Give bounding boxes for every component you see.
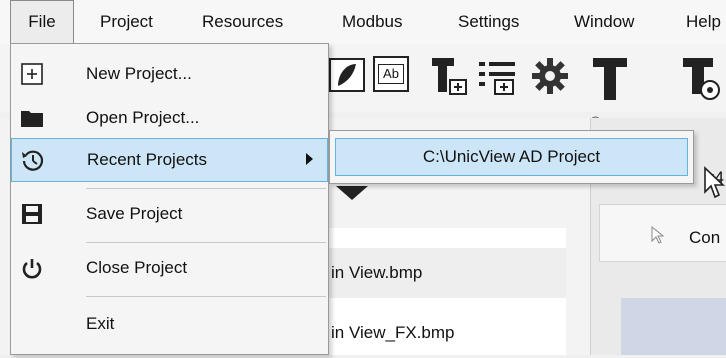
menu-item-new-project[interactable]: New Project... xyxy=(11,52,328,96)
menu-separator xyxy=(86,188,326,189)
menu-item-label: Open Project... xyxy=(86,108,200,127)
ab-label: Ab xyxy=(378,64,404,84)
submenu-arrow-icon xyxy=(306,153,313,165)
list-tool-icon[interactable] xyxy=(475,56,519,100)
menu-item-label: Close Project xyxy=(86,258,188,277)
pointer-icon[interactable] xyxy=(651,226,665,244)
menu-modbus[interactable]: Modbus xyxy=(342,0,402,44)
text-list-tool-icon[interactable] xyxy=(428,56,472,100)
menu-window[interactable]: Window xyxy=(574,0,634,44)
power-icon xyxy=(22,259,42,279)
mouse-cursor-icon xyxy=(704,166,725,199)
menu-file[interactable]: File xyxy=(10,0,74,44)
menu-project[interactable]: Project xyxy=(100,0,153,44)
new-project-icon xyxy=(21,63,43,85)
menu-separator xyxy=(86,296,326,297)
history-icon xyxy=(22,150,44,171)
menu-bar: File Project Resources Modbus Settings W… xyxy=(0,0,726,45)
menu-item-exit[interactable]: Exit xyxy=(11,302,328,346)
text-tool-icon[interactable] xyxy=(590,56,630,102)
file-menu: New Project... Open Project... Recent Pr… xyxy=(10,43,329,355)
menu-separator xyxy=(86,242,326,243)
menu-item-label: Exit xyxy=(86,314,115,333)
menu-settings[interactable]: Settings xyxy=(458,0,519,44)
menu-item-label: New Project... xyxy=(86,64,192,83)
text-target-tool-icon[interactable] xyxy=(680,56,726,102)
recent-projects-submenu: C:\UnicView AD Project xyxy=(329,130,694,184)
text-label-tool-icon[interactable]: Ab xyxy=(373,56,409,92)
gear-icon[interactable] xyxy=(530,56,570,96)
menu-item-open-project[interactable]: Open Project... xyxy=(11,96,328,140)
menu-help[interactable]: Help xyxy=(686,0,726,44)
folder-icon xyxy=(21,111,43,127)
menu-resources[interactable]: Resources xyxy=(202,0,283,44)
menu-item-label: Save Project xyxy=(86,204,183,223)
save-icon xyxy=(22,204,42,224)
menu-item-label: Recent Projects xyxy=(87,150,207,169)
menu-item-save-project[interactable]: Save Project xyxy=(11,192,328,236)
canvas-area xyxy=(621,298,726,355)
image-tool-icon[interactable] xyxy=(328,56,366,94)
connection-label[interactable]: Con xyxy=(689,228,720,248)
menu-item-recent-projects[interactable]: Recent Projects xyxy=(11,138,328,182)
dropdown-triangle-icon[interactable] xyxy=(336,186,368,200)
menu-item-close-project[interactable]: Close Project xyxy=(11,246,328,290)
recent-project-item[interactable]: C:\UnicView AD Project xyxy=(335,138,688,176)
